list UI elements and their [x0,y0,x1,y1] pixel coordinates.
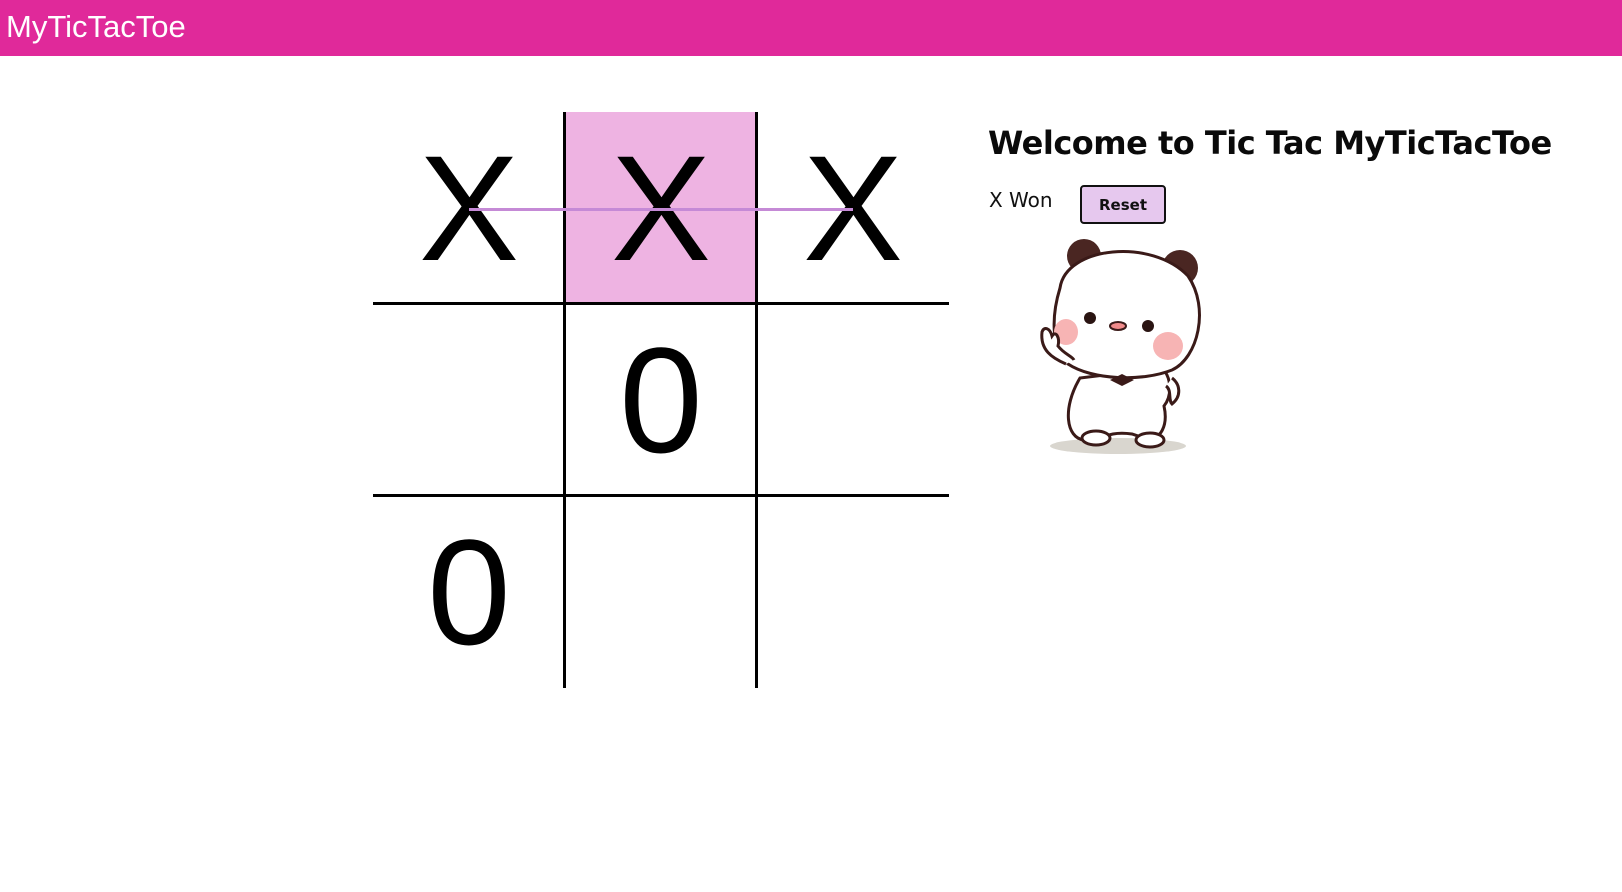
info-panel: Welcome to Tic Tac MyTicTacToe X Won Res… [988,124,1552,454]
board-cell-7[interactable]: 0 [373,496,565,688]
app-title: MyTicTacToe [6,9,186,44]
game-status: X Won [989,188,1053,212]
board-cell-4[interactable] [373,304,565,496]
board-cell-8[interactable] [565,496,757,688]
game-board: X X X 0 0 [373,112,949,688]
grid-line-vertical-2 [755,112,758,688]
reset-button[interactable]: Reset [1080,185,1166,224]
grid-line-horizontal-2 [373,494,949,497]
status-row: X Won Reset [988,185,1388,228]
board-cell-6[interactable] [757,304,949,496]
panda-mascot-icon [1022,228,1222,468]
grid-line-horizontal-1 [373,302,949,305]
winning-strike-line [469,208,853,211]
board-cell-5[interactable]: 0 [565,304,757,496]
app-header: MyTicTacToe [0,0,1622,56]
grid-line-vertical-1 [563,112,566,688]
welcome-heading: Welcome to Tic Tac MyTicTacToe [988,124,1552,162]
board-cell-9[interactable] [757,496,949,688]
